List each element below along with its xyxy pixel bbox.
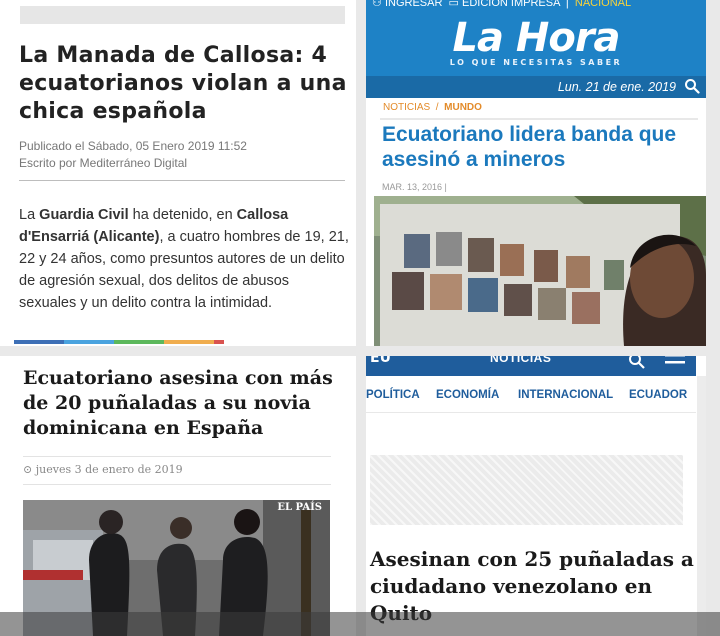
color-bar-segment — [214, 340, 224, 344]
article-headline[interactable]: Ecuatoriano lidera banda que asesinó a m… — [382, 122, 702, 172]
divider — [23, 484, 331, 485]
site-slogan: LO QUE NECESITAS SABER — [449, 58, 623, 67]
current-date: Lun. 21 de ene. 2019 — [557, 80, 676, 94]
breadcrumb-section[interactable]: MUNDO — [444, 102, 482, 113]
user-icon: ⚇ — [372, 0, 382, 9]
article-body: La Guardia Civil ha detenido, en Callosa… — [19, 207, 349, 311]
color-bar-segment — [64, 340, 114, 344]
article-panel-novia: Ecuatoriano asesina con más de 20 puñala… — [0, 356, 356, 636]
color-bar-segment — [164, 340, 214, 344]
publish-date-text: jueves 3 de enero de 2019 — [35, 463, 183, 476]
top-links: ⚇ INGRESAR ▭ EDICIÓN IMPRESA | NACIONAL — [372, 0, 631, 10]
divider — [366, 412, 696, 413]
clock-icon: ⊙ — [23, 463, 33, 476]
national-link[interactable]: NACIONAL — [575, 0, 631, 9]
gutter-right — [706, 0, 720, 636]
gutter-vertical — [356, 0, 366, 636]
site-logo[interactable]: EU — [370, 356, 391, 366]
author-line: Escrito por Mediterráneo Digital — [19, 156, 188, 170]
gutter-horizontal — [0, 346, 720, 356]
color-bar-segment — [114, 340, 164, 344]
color-bar-segment — [14, 340, 64, 344]
photo-credit: EL PAÍS — [277, 502, 322, 513]
menu-icon[interactable] — [664, 356, 686, 370]
login-link[interactable]: INGRESAR — [385, 0, 442, 9]
publish-date: ⊙ jueves 3 de enero de 2019 — [23, 463, 183, 477]
breadcrumb-root[interactable]: NOTICIAS — [383, 102, 430, 113]
article-title[interactable]: Ecuatoriano asesina con más de 20 puñala… — [23, 366, 343, 441]
nav-item-ecuador[interactable]: ECUADOR — [629, 388, 687, 402]
article-title[interactable]: La Manada de Callosa: 4 ecuatorianos vio… — [19, 42, 349, 126]
ad-placeholder — [370, 455, 683, 525]
nav-item-internacional[interactable]: INTERNACIONAL — [518, 388, 613, 402]
breadcrumb-separator: / — [435, 102, 439, 113]
section-label[interactable]: NOTICIAS — [490, 356, 551, 365]
divider — [19, 180, 345, 181]
search-icon[interactable] — [684, 78, 700, 94]
bottom-overlay-bar — [0, 612, 720, 636]
site-navbar: EU NOTICIAS — [366, 356, 696, 376]
separator: | — [565, 0, 569, 9]
print-edition-link[interactable]: EDICIÓN IMPRESA — [462, 0, 560, 9]
article-panel-manada: La Manada de Callosa: 4 ecuatorianos vio… — [0, 0, 356, 346]
date-bar: Lun. 21 de ene. 2019 — [366, 76, 706, 98]
article-photo — [374, 196, 706, 346]
article-panel-venezolano: EU NOTICIAS POLÍTICA ECONOMÍA INTERNACIO… — [366, 356, 706, 636]
article-panel-la-hora: ⚇ INGRESAR ▭ EDICIÓN IMPRESA | NACIONAL … — [366, 0, 706, 346]
site-logo[interactable]: La Hora — [366, 17, 706, 59]
publish-date: MAR. 13, 2016 | — [382, 182, 447, 192]
divider — [23, 456, 331, 457]
search-icon[interactable] — [628, 356, 646, 370]
nav-item-economia[interactable]: ECONOMÍA — [436, 388, 499, 402]
nav-item-politica[interactable]: POLÍTICA — [366, 388, 420, 402]
breadcrumb: NOTICIAS / MUNDO — [383, 102, 482, 114]
site-header: ⚇ INGRESAR ▭ EDICIÓN IMPRESA | NACIONAL … — [366, 0, 706, 76]
divider — [380, 118, 698, 120]
scrollbar[interactable] — [697, 376, 706, 636]
newspaper-icon: ▭ — [448, 0, 459, 9]
published-date: Publicado el Sábado, 05 Enero 2019 11:52 — [19, 139, 247, 153]
header-placeholder — [20, 6, 345, 24]
